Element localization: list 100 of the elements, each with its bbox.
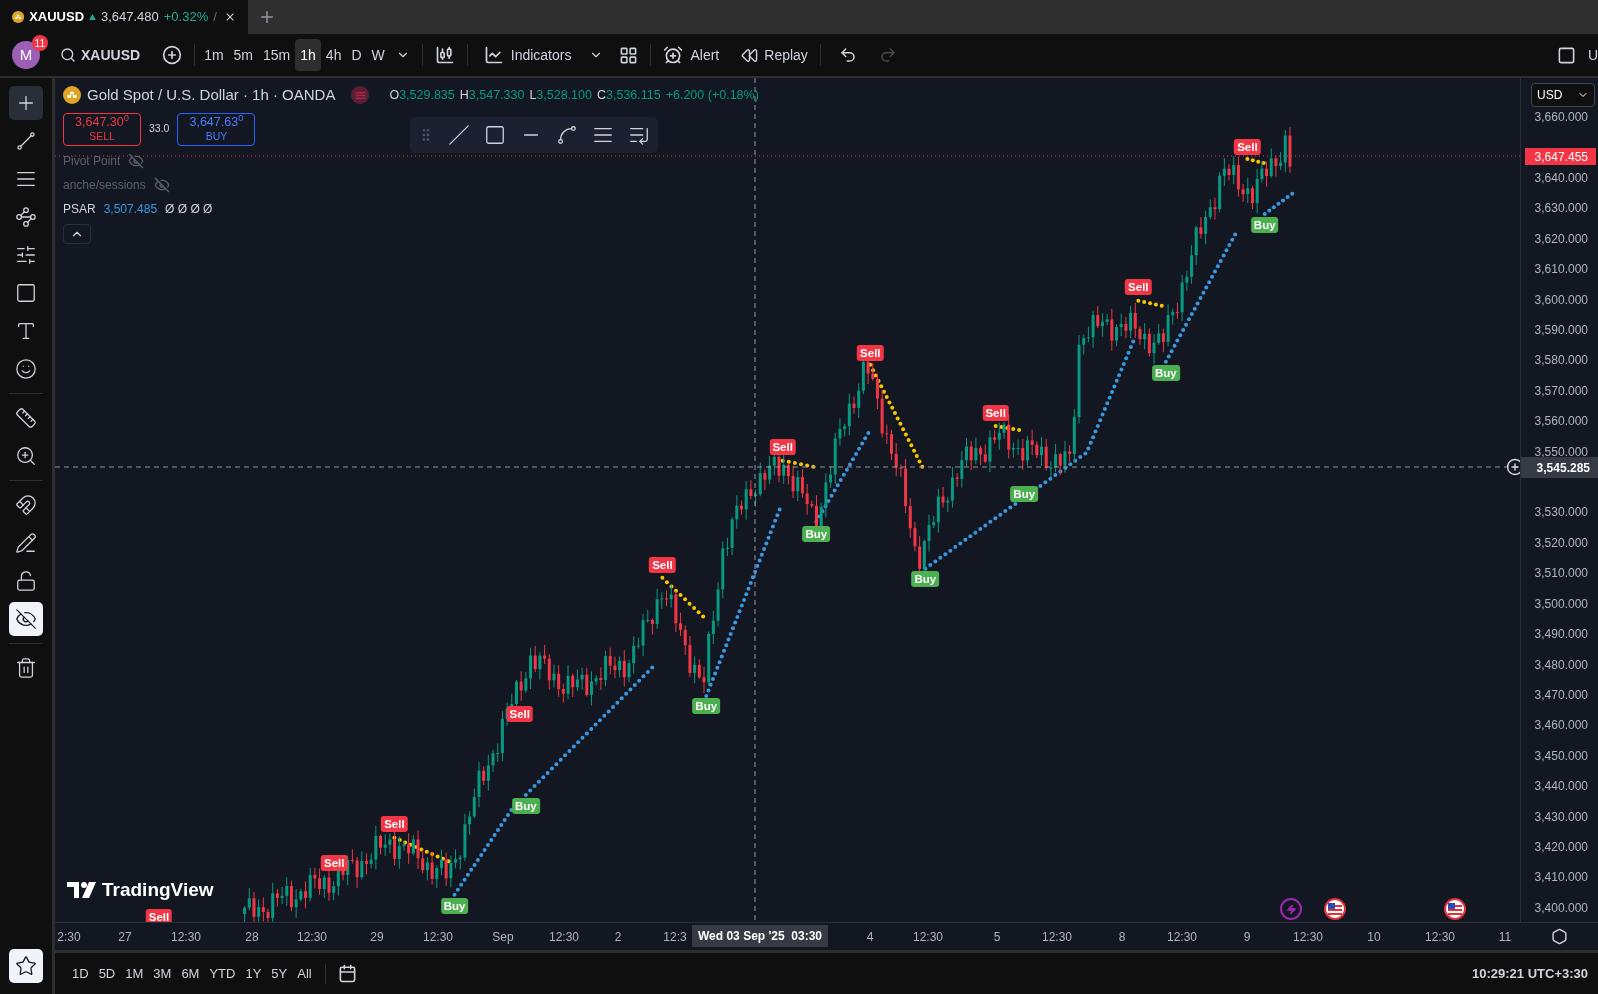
price-tick: 3,570.000 xyxy=(1534,382,1588,400)
ohlc-value: 3,547.330 xyxy=(468,86,525,104)
alert-button[interactable]: Alert xyxy=(663,44,720,66)
interval-button[interactable]: 15m xyxy=(258,39,296,71)
settings-icon[interactable] xyxy=(1550,928,1568,945)
signal-label: Sell xyxy=(506,706,533,723)
interval-button[interactable]: 1h xyxy=(295,39,321,71)
crosshair-time-label: Wed 03 Sep '25 03:30 xyxy=(692,925,829,947)
range-button[interactable]: 1D xyxy=(67,960,94,987)
curve-icon[interactable] xyxy=(556,124,578,146)
buy-button[interactable]: 3,647.63$^{0}$ BUY xyxy=(177,112,256,146)
ohlc-value: 3,528.100 xyxy=(536,86,592,104)
rectangle-icon[interactable] xyxy=(484,124,506,146)
pattern-icon xyxy=(15,206,37,228)
signal-label: Sell xyxy=(982,404,1009,421)
last-price-label: 3,647.455 xyxy=(1525,148,1596,165)
logo-text: TradingView xyxy=(102,878,214,902)
signal-label: Sell xyxy=(1234,138,1261,155)
sell-button[interactable]: 3,647.30$^{0}$ SELL xyxy=(63,112,141,146)
smiley-icon xyxy=(15,358,37,380)
indicators-button[interactable]: Indicators xyxy=(479,44,576,66)
square-icon[interactable] xyxy=(1557,45,1576,65)
drawing-tool-button[interactable] xyxy=(9,949,43,983)
price-tick: 3,400.000 xyxy=(1534,899,1588,917)
interval-button[interactable]: 4h xyxy=(320,39,347,71)
time-tick: 9 xyxy=(1243,929,1251,946)
zoom-in-icon xyxy=(15,445,37,467)
layout-grid-icon[interactable] xyxy=(619,45,639,65)
range-button[interactable]: All xyxy=(292,960,317,987)
flag-icon[interactable] xyxy=(1444,898,1466,920)
lightning-icon[interactable] xyxy=(1280,898,1302,920)
ohlc-key: L xyxy=(529,85,537,105)
cut-off-text: U xyxy=(1588,45,1598,65)
range-button[interactable]: YTD xyxy=(204,960,241,987)
currency-dropdown[interactable]: USD xyxy=(1531,83,1595,107)
time-tick: 12:30 xyxy=(1293,929,1323,946)
time-tick: 28 xyxy=(245,929,259,946)
notification-badge: 11 xyxy=(31,35,48,51)
signal-label: Buy xyxy=(440,897,469,914)
time-tick: 12:30 xyxy=(171,929,201,946)
calendar-icon[interactable] xyxy=(337,964,357,983)
price-tick: 3,490.000 xyxy=(1534,626,1588,644)
signal-label: Sell xyxy=(145,909,173,922)
price-tick: 3,430.000 xyxy=(1534,808,1588,826)
line-icon[interactable] xyxy=(448,124,470,146)
ohlc-value: 3,529.835 xyxy=(399,86,455,104)
range-button[interactable]: 5D xyxy=(93,960,121,987)
price-tick: 3,580.000 xyxy=(1534,352,1588,370)
drawing-tool-button[interactable] xyxy=(9,602,43,636)
symbol-tab[interactable]: XAUUSD 3,647.480 +0.32% / xyxy=(0,0,248,34)
range-button[interactable]: 6M xyxy=(176,960,205,987)
signal-label: Sell xyxy=(381,816,408,833)
signal-label: Buy xyxy=(692,698,721,715)
time-tick: 4 xyxy=(866,929,874,946)
collapse-button[interactable] xyxy=(63,223,91,244)
time-tick: 12:30 xyxy=(1042,929,1072,946)
time-tick: 2 xyxy=(614,929,622,946)
ruler-icon xyxy=(15,407,37,429)
range-button[interactable]: 1Y xyxy=(240,960,267,987)
signal-label: Buy xyxy=(802,526,831,542)
eye-off-icon[interactable] xyxy=(153,176,170,193)
indicator-name[interactable]: PSAR xyxy=(63,199,96,218)
price-tick: 3,600.000 xyxy=(1534,291,1588,309)
time-tick: 12:30 xyxy=(549,929,579,946)
time-tick: 27 xyxy=(118,929,132,946)
time-tick: Sep xyxy=(492,929,514,946)
signal-label: Buy xyxy=(512,798,540,815)
time-tick: 12:30 xyxy=(913,929,943,946)
new-tab-icon[interactable] xyxy=(258,8,276,26)
logo-icon xyxy=(67,882,97,899)
flag-icon[interactable] xyxy=(1324,898,1346,920)
drawing-tool-button[interactable] xyxy=(9,86,43,120)
candles-icon[interactable] xyxy=(434,45,455,65)
add-alert-icon[interactable] xyxy=(1506,458,1520,476)
star-icon xyxy=(15,955,37,977)
replay-button[interactable]: Replay xyxy=(741,44,808,66)
time-tick: 10 xyxy=(1367,929,1381,946)
signal-label: Buy xyxy=(1010,486,1039,503)
time-tick: 12:30 xyxy=(1425,929,1455,946)
undo-icon[interactable] xyxy=(838,46,857,64)
range-button[interactable]: 3M xyxy=(148,960,177,987)
pencil-icon xyxy=(15,532,37,554)
interval-button[interactable]: D xyxy=(346,39,367,71)
eye-off-icon[interactable] xyxy=(128,152,145,169)
signal-label: Sell xyxy=(649,556,676,573)
range-button[interactable]: 5Y xyxy=(266,960,293,987)
signal-label: Sell xyxy=(1125,279,1152,296)
crosshair-price-label: 3,545.285 xyxy=(1521,457,1598,478)
interval-button[interactable]: 5m xyxy=(228,39,259,71)
range-button[interactable]: 1M xyxy=(120,960,149,987)
waves-badge[interactable] xyxy=(351,86,370,105)
time-tick: 11 xyxy=(1498,929,1512,946)
interval-button[interactable]: 1m xyxy=(199,39,229,71)
interval-button[interactable]: W xyxy=(366,39,390,71)
time-tick: 12:30 xyxy=(1167,929,1197,946)
add-symbol-icon[interactable] xyxy=(162,45,183,65)
time-tick: 12:3 xyxy=(663,929,687,946)
indicator-value: 3,507.485 xyxy=(103,200,158,218)
symbol-search[interactable]: XAUUSD xyxy=(60,44,141,66)
time-tick: 5 xyxy=(993,929,1001,946)
